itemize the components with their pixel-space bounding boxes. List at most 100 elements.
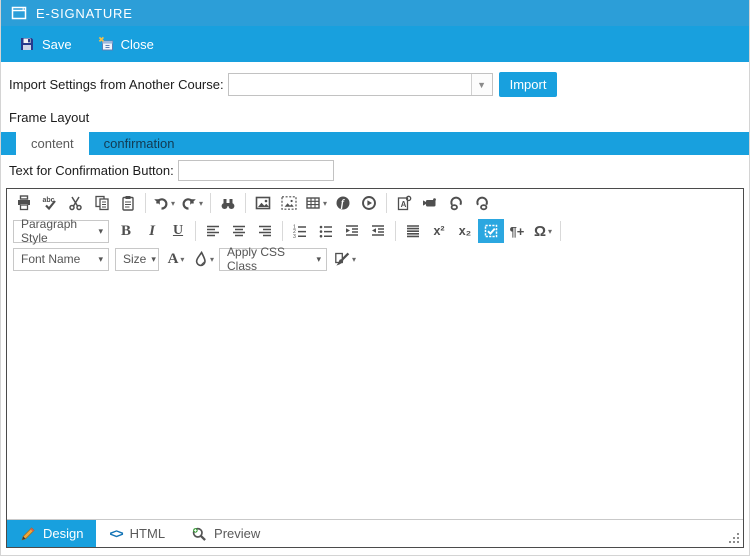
- font-size-label: Size: [123, 252, 146, 266]
- find-icon: [220, 195, 236, 211]
- align-left-button[interactable]: [200, 219, 226, 243]
- flash-icon: [335, 195, 351, 211]
- background-color-button[interactable]: ▾: [189, 247, 217, 271]
- html-mode-tab[interactable]: <> HTML: [96, 520, 178, 547]
- apply-css-class-combo[interactable]: Apply CSS Class▾: [219, 248, 327, 271]
- image-manager-button[interactable]: [276, 191, 302, 215]
- media-manager-button[interactable]: [356, 191, 382, 215]
- tab-confirmation[interactable]: confirmation: [89, 132, 190, 155]
- image-manager-icon: [281, 195, 297, 211]
- editor-toolbar-main: ▾▾▾: [7, 189, 743, 217]
- flash-manager-button[interactable]: [330, 191, 356, 215]
- subscript-button[interactable]: x₂: [452, 219, 478, 243]
- apply-css-class-label: Apply CSS Class: [227, 245, 311, 273]
- frame-layout-tabstrip: contentconfirmation: [1, 132, 749, 155]
- bullet-list-button[interactable]: [313, 219, 339, 243]
- document-manager-button[interactable]: [391, 191, 417, 215]
- insert-symbol-icon: Ω: [534, 224, 546, 239]
- insert-paragraph-button[interactable]: ¶+: [504, 219, 530, 243]
- page-title: E-SIGNATURE: [36, 6, 133, 21]
- justify-button[interactable]: [400, 219, 426, 243]
- redo-button[interactable]: ▾: [178, 191, 206, 215]
- html-mode-label: HTML: [130, 526, 165, 541]
- font-name-combo[interactable]: Font Name▾: [13, 248, 109, 271]
- align-center-button[interactable]: [226, 219, 252, 243]
- window-titlebar: E-SIGNATURE: [1, 0, 749, 26]
- print-button[interactable]: [11, 191, 37, 215]
- editor-canvas[interactable]: [7, 273, 743, 519]
- camera-icon: [422, 195, 438, 211]
- numbered-list-button[interactable]: [287, 219, 313, 243]
- close-button[interactable]: Close: [98, 36, 154, 52]
- outdent-button[interactable]: [365, 219, 391, 243]
- italic-icon: I: [149, 224, 155, 239]
- redo-icon: [181, 195, 197, 211]
- insert-table-button[interactable]: ▾: [302, 191, 330, 215]
- superscript-button[interactable]: x²: [426, 219, 452, 243]
- undo-icon: [153, 195, 169, 211]
- remove-link-button[interactable]: [469, 191, 495, 215]
- resize-grip[interactable]: [728, 532, 740, 544]
- find-and-replace-button[interactable]: [215, 191, 241, 215]
- course-combobox-value[interactable]: [229, 74, 471, 95]
- import-button[interactable]: Import: [499, 72, 558, 97]
- chevron-down-icon: ▾: [98, 226, 103, 237]
- e-signature-window: E-SIGNATURE Save Close Import Settings f…: [0, 0, 750, 556]
- hyperlink-manager-button[interactable]: [443, 191, 469, 215]
- format-painter-button[interactable]: ▾: [331, 247, 359, 271]
- spellcheck-button[interactable]: [37, 191, 63, 215]
- toolbar-separator: [210, 193, 211, 213]
- close-icon: [98, 36, 114, 52]
- tab-content[interactable]: content: [16, 132, 89, 155]
- cut-button[interactable]: [63, 191, 89, 215]
- underline-button[interactable]: U: [165, 219, 191, 243]
- insert-symbol-button[interactable]: Ω▾: [530, 219, 556, 243]
- font-size-combo[interactable]: Size ▾: [115, 248, 159, 271]
- chevron-down-icon: ▾: [171, 199, 175, 208]
- justify-icon: [405, 223, 421, 239]
- chevron-down-icon: ▾: [323, 199, 327, 208]
- toolbar-separator: [386, 193, 387, 213]
- paste-button[interactable]: [115, 191, 141, 215]
- insert-checkbox-button[interactable]: [478, 219, 504, 243]
- underline-icon: U: [173, 224, 183, 238]
- save-label: Save: [42, 37, 72, 52]
- numbered-list-icon: [292, 223, 308, 239]
- toolbar-separator: [560, 221, 561, 241]
- paragraph-style-combo[interactable]: Paragraph Style▾: [13, 220, 109, 243]
- subscript-icon: x₂: [459, 225, 472, 238]
- chevron-down-icon[interactable]: ▼: [471, 74, 492, 95]
- italic-button[interactable]: I: [139, 219, 165, 243]
- course-combobox[interactable]: ▼: [228, 73, 493, 96]
- bold-button[interactable]: B: [113, 219, 139, 243]
- media-icon: [361, 195, 377, 211]
- save-button[interactable]: Save: [19, 36, 72, 52]
- command-bar: Save Close: [1, 26, 749, 62]
- align-center-icon: [231, 223, 247, 239]
- chevron-down-icon: ▾: [151, 254, 156, 265]
- chevron-down-icon: ▾: [180, 255, 184, 264]
- import-settings-row: Import Settings from Another Course: ▼ I…: [9, 72, 741, 97]
- pencil-icon: [20, 526, 36, 542]
- template-manager-button[interactable]: [417, 191, 443, 215]
- undo-button[interactable]: ▾: [150, 191, 178, 215]
- confirmation-button-text-input[interactable]: [178, 160, 334, 181]
- foreground-color-button[interactable]: A▾: [163, 247, 189, 271]
- window-icon: [11, 5, 27, 21]
- chevron-down-icon: ▾: [210, 255, 214, 264]
- indent-button[interactable]: [339, 219, 365, 243]
- confirmation-button-text-label: Text for Confirmation Button:: [9, 163, 174, 178]
- save-icon: [19, 36, 35, 52]
- design-mode-label: Design: [43, 526, 83, 541]
- align-right-button[interactable]: [252, 219, 278, 243]
- html-code-icon: <>: [109, 526, 122, 541]
- copy-button[interactable]: [89, 191, 115, 215]
- design-mode-tab[interactable]: Design: [7, 520, 96, 547]
- table-icon: [305, 195, 321, 211]
- checkbox-icon: [483, 223, 499, 239]
- preview-mode-tab[interactable]: Preview: [178, 520, 273, 547]
- document-icon: [396, 195, 412, 211]
- toolbar-separator: [245, 193, 246, 213]
- insert-image-button[interactable]: [250, 191, 276, 215]
- spellcheck-icon: [42, 195, 58, 211]
